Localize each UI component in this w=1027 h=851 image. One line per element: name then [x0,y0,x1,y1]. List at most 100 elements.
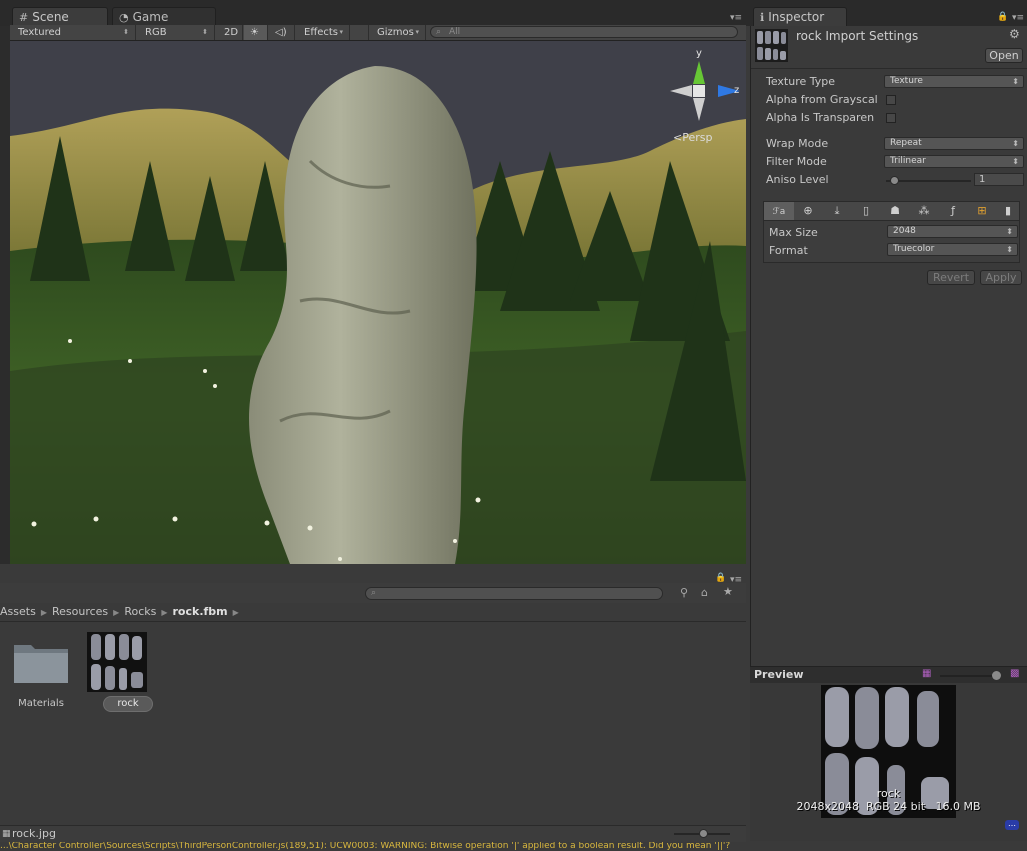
render-mode-label: Textured [18,27,61,38]
apply-button[interactable]: Apply [980,270,1022,285]
mip-slider[interactable] [940,671,1001,680]
star-icon[interactable]: ★ [723,585,733,598]
updown-arrow-icon: ⬍ [1012,139,1019,148]
zoom-slider[interactable] [674,829,730,838]
platform-tab-flash[interactable]: ƒ [938,202,968,220]
projection-toggle[interactable]: <Persp [673,131,712,144]
format-label: Format [769,244,808,257]
alpha-grayscale-checkbox[interactable] [886,95,896,105]
platform-tabs: ℱa ⊕ ⤓ ▯ ☗ ⁂ ƒ ⊞ ▮ [763,201,1020,221]
lock-icon[interactable]: 🔒 [997,12,1008,22]
inspector-menu-icon[interactable]: ▾≡ [1012,13,1024,23]
platform-tab-ios[interactable]: ▯ [851,202,881,220]
preview-label: Preview [754,668,804,681]
chevron-right-icon: ▶ [113,608,120,617]
chat-bubble-icon[interactable]: … [1005,820,1019,830]
gizmos-label: Gizmos [377,27,414,38]
asset-label-materials: Materials [18,698,64,709]
lighting-toggle[interactable]: ☀ [244,25,268,40]
updown-arrow-icon: ⬍ [1006,245,1013,254]
2d-label: 2D [224,27,239,38]
tab-inspector[interactable]: ℹ Inspector [753,7,847,26]
format-dropdown[interactable]: Truecolor ⬍ [887,243,1018,256]
breadcrumb-rock-fbm[interactable]: rock.fbm [173,605,228,618]
texture-asset-icon [755,29,788,62]
search-by-type-icon[interactable]: ⚲ [680,586,688,599]
breadcrumb-resources[interactable]: Resources [52,605,108,618]
inspector-panel: rock Import Settings ⚙ Open Texture Type… [750,26,1027,666]
color-mode-label: RGB [145,27,167,38]
aniso-slider[interactable] [886,176,971,185]
scene-search-input[interactable]: ⌕ All [430,26,738,38]
platform-tab-blackberry[interactable]: ⁂ [909,202,939,220]
audio-toggle[interactable]: ◁) [269,25,295,40]
project-search-input[interactable]: ⌕ [365,587,663,600]
open-button[interactable]: Open [985,48,1023,63]
mip-slider-thumb[interactable] [992,671,1001,680]
preview-asset-name: rock [876,787,901,800]
chevron-right-icon: ▶ [161,608,168,617]
aniso-slider-thumb[interactable] [890,176,899,185]
filter-mode-label: Filter Mode [766,155,827,168]
left-gutter [0,26,10,564]
breadcrumb: Assets ▶ Resources ▶ Rocks ▶ rock.fbm ▶ [0,603,746,622]
sun-icon: ☀ [250,27,259,38]
wrap-mode-label: Wrap Mode [766,137,829,150]
download-icon: ⤓ [834,204,840,217]
asset-item-materials[interactable]: Materials [10,637,72,709]
zoom-slider-thumb[interactable] [699,829,708,838]
console-status-line[interactable]: ...\Character Controller\Sources\Scripts… [0,842,1027,851]
speaker-icon: ◁) [275,27,287,38]
platform-tab-windows-store[interactable]: ⊞ [967,202,997,220]
revert-button[interactable]: Revert [927,270,975,285]
platform-tab-android[interactable]: ☗ [880,202,910,220]
platform-tab-default[interactable]: ℱa [764,202,794,220]
effects-dropdown[interactable]: Effects ▾ [296,25,350,40]
filter-mode-dropdown[interactable]: Trilinear ⬍ [884,155,1024,168]
texture-type-dropdown[interactable]: Texture ⬍ [884,75,1024,88]
effects-label: Effects [304,27,338,38]
updown-arrow-icon: ⬍ [1012,157,1019,166]
filter-mode-value: Trilinear [890,156,926,166]
orientation-gizmo[interactable]: y z <Persp [670,48,745,144]
project-lock-icon[interactable]: 🔒 [715,573,726,583]
gizmo-y-label: y [696,48,702,59]
alpha-transparent-checkbox[interactable] [886,113,896,123]
texture-file-icon: ▦ [2,829,11,839]
tab-game-label: Game [132,10,169,24]
tab-scene[interactable]: # Scene [12,7,108,26]
asset-item-rock[interactable]: rock [84,630,156,712]
render-mode-dropdown[interactable]: Textured ⬍ [10,25,136,40]
project-menu-icon[interactable]: ▾≡ [730,575,742,585]
platform-tab-standalone[interactable]: ⤓ [822,202,852,220]
alpha-checker-icon[interactable]: ▦ [922,668,931,679]
inspector-title: rock Import Settings [796,29,919,43]
rgb-checker-icon[interactable]: ▩ [1010,668,1019,679]
aniso-level-input[interactable]: 1 [974,173,1024,186]
scene-viewport[interactable]: y z <Persp [10,41,746,564]
project-status-bar: ▦ rock.jpg [0,825,746,842]
chevron-right-icon: ▶ [40,608,47,617]
max-size-dropdown[interactable]: 2048 ⬍ [887,225,1018,238]
panel-menu-icon[interactable]: ▾≡ [730,13,742,23]
rock-mini-texture [757,31,786,60]
tab-game[interactable]: ◔ Game [112,7,216,26]
breadcrumb-rocks[interactable]: Rocks [124,605,156,618]
gear-icon[interactable]: ⚙ [1009,27,1020,41]
updown-arrow-icon: ⬍ [123,28,129,36]
wrap-mode-dropdown[interactable]: Repeat ⬍ [884,137,1024,150]
updown-arrow-icon: ⬍ [1012,77,1019,86]
color-mode-dropdown[interactable]: RGB ⬍ [137,25,215,40]
alpha-transparent-label: Alpha Is Transparen [766,111,875,124]
tab-inspector-label: Inspector [768,10,825,24]
updown-arrow-icon: ⬍ [202,28,208,36]
platform-tab-web[interactable]: ⊕ [793,202,823,220]
rock-texture-graphic [91,634,143,690]
tag-icon[interactable]: ⌂ [701,586,708,599]
gizmos-dropdown[interactable]: Gizmos ▾ [368,25,426,40]
texture-type-value: Texture [890,76,923,86]
platform-tab-windows-phone[interactable]: ▮ [996,202,1020,220]
texture-thumbnail [87,632,147,692]
2d-toggle[interactable]: 2D [216,25,243,40]
breadcrumb-assets[interactable]: Assets [0,605,36,618]
